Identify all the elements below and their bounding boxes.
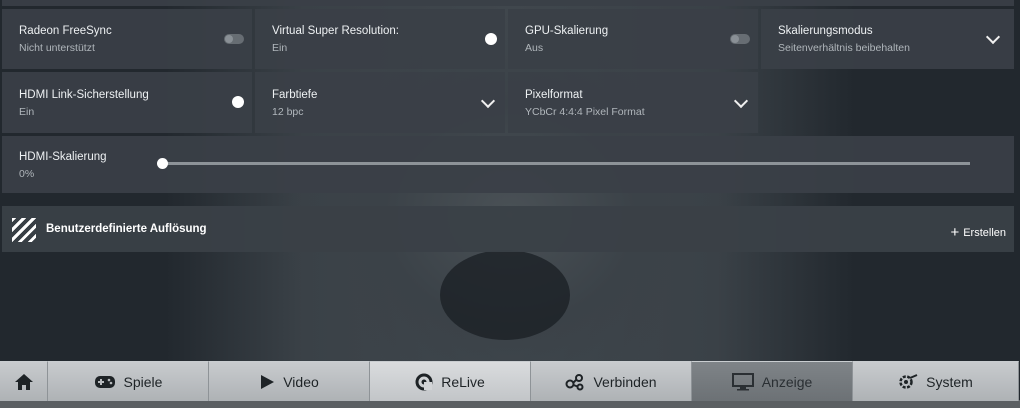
connect-icon xyxy=(565,373,584,390)
tab-verbinden-label: Verbinden xyxy=(593,373,657,390)
plus-icon: + xyxy=(950,224,960,241)
freesync-setting: Radeon FreeSync Nicht unterstützt xyxy=(2,9,252,69)
create-button[interactable]: + Erstellen xyxy=(950,223,1006,241)
tab-spiele[interactable]: Spiele xyxy=(48,361,209,401)
color-depth-value: 12 bpc xyxy=(272,106,304,118)
scaling-mode-title: Skalierungsmodus xyxy=(778,25,873,37)
scaling-mode-value: Seitenverhältnis beibehalten xyxy=(778,42,910,54)
chevron-down-icon xyxy=(985,29,1001,45)
scaling-mode-dropdown[interactable]: Skalierungsmodus Seitenverhältnis beibeh… xyxy=(761,9,1014,69)
chevron-down-icon xyxy=(480,93,496,109)
bottom-navigation: Spiele Video ReLive Verbinden Anzeige Sy… xyxy=(0,361,1020,403)
home-button[interactable] xyxy=(0,361,48,401)
hdmi-scaling-slider-track[interactable] xyxy=(162,162,970,165)
hdmi-link-title: HDMI Link-Sicherstellung xyxy=(19,89,149,101)
vsr-value: Ein xyxy=(272,42,288,54)
color-depth-title: Farbtiefe xyxy=(272,89,318,101)
tab-system-label: System xyxy=(926,373,973,390)
hdmi-scaling-title: HDMI-Skalierung xyxy=(19,151,107,163)
play-icon xyxy=(261,374,275,389)
hdmi-scaling-value: 0% xyxy=(19,168,35,180)
custom-resolution-title: Benutzerdefinierte Auflösung xyxy=(46,223,207,235)
vsr-title: Virtual Super Resolution: xyxy=(272,25,399,37)
freesync-value: Nicht unterstützt xyxy=(19,42,95,54)
pixel-format-title: Pixelformat xyxy=(525,89,583,101)
gpu-scaling-toggle[interactable] xyxy=(730,34,750,44)
gamepad-icon xyxy=(94,375,115,388)
freesync-title: Radeon FreeSync xyxy=(19,25,112,37)
vsr-setting: Virtual Super Resolution: Ein xyxy=(255,9,505,69)
relive-icon xyxy=(415,373,433,390)
gpu-scaling-setting: GPU-Skalierung Aus xyxy=(508,9,758,69)
vsr-toggle[interactable] xyxy=(485,33,497,45)
chevron-down-icon xyxy=(733,93,749,109)
top-edge-panel xyxy=(2,0,1014,6)
custom-resolution-icon xyxy=(12,218,36,242)
gear-icon xyxy=(899,373,918,389)
pixel-format-value: YCbCr 4:4:4 Pixel Format xyxy=(525,106,645,118)
tab-system[interactable]: System xyxy=(853,361,1019,401)
hdmi-link-toggle[interactable] xyxy=(232,96,244,108)
gpu-scaling-value: Aus xyxy=(525,42,544,54)
pixel-format-dropdown[interactable]: Pixelformat YCbCr 4:4:4 Pixel Format xyxy=(508,72,758,133)
tab-anzeige-label: Anzeige xyxy=(761,373,813,390)
tab-verbinden[interactable]: Verbinden xyxy=(531,361,692,401)
hdmi-link-setting: HDMI Link-Sicherstellung Ein xyxy=(2,72,252,133)
tab-relive[interactable]: ReLive xyxy=(370,361,531,401)
gpu-scaling-title: GPU-Skalierung xyxy=(525,25,609,37)
tab-spiele-label: Spiele xyxy=(123,373,163,390)
tab-relive-label: ReLive xyxy=(441,373,485,390)
tab-video-label: Video xyxy=(283,373,319,390)
hdmi-link-value: Ein xyxy=(19,106,35,118)
home-icon xyxy=(14,373,33,390)
tab-anzeige[interactable]: Anzeige xyxy=(692,361,853,401)
hdmi-scaling-slider-handle[interactable] xyxy=(157,158,168,169)
tab-video[interactable]: Video xyxy=(209,361,370,401)
custom-resolution-bar: Benutzerdefinierte Auflösung + Erstellen xyxy=(2,206,1014,252)
color-depth-dropdown[interactable]: Farbtiefe 12 bpc xyxy=(255,72,505,133)
monitor-icon xyxy=(731,372,754,390)
freesync-toggle[interactable] xyxy=(224,34,244,44)
create-label: Erstellen xyxy=(963,227,1006,239)
